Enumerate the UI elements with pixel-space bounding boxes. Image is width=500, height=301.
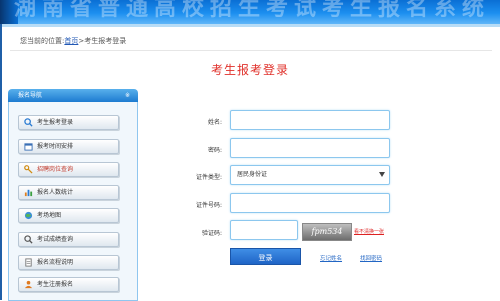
sidebar-item-process[interactable]: 报名流程说明 (18, 255, 119, 270)
name-input[interactable] (230, 110, 390, 130)
id-number-label: 证件号码: (195, 202, 222, 209)
header-banner: 湖南省普通高校招生考试考生报名系统 (0, 0, 500, 24)
breadcrumb-home-link[interactable]: 首页 (64, 37, 78, 45)
sidebar-item-label: 报名人数统计 (37, 189, 74, 196)
banner-underline (0, 24, 500, 27)
sidebar-toggle[interactable]: ※ (125, 89, 130, 102)
sidebar-item-label: 考场地图 (37, 212, 62, 219)
breadcrumb: 您当前的位置:首页>考生报考登录 (20, 36, 126, 46)
id-type-value: 居民身份证 (237, 171, 268, 178)
forgot-name-link[interactable]: 忘记姓名 (320, 254, 342, 262)
banner-title: 湖南省普通高校招生考试考生报名系统 (14, 0, 491, 21)
id-number-input[interactable] (230, 193, 390, 213)
captcha-image[interactable]: fpm534 (302, 223, 352, 241)
breadcrumb-divider (10, 50, 492, 51)
page-title: 考生报考登录 (210, 63, 289, 77)
sidebar-item-register[interactable]: 考生注册报名 (18, 277, 119, 292)
sidebar-item-positions[interactable]: 招聘岗位查询 (18, 162, 119, 177)
chart-icon (24, 189, 33, 197)
magnifier-icon (24, 235, 33, 244)
sidebar-item-login[interactable]: 考生报考登录 (18, 115, 119, 130)
password-label: 密码: (207, 147, 222, 154)
id-type-label: 证件类型: (195, 174, 222, 181)
key-icon (24, 165, 33, 174)
sidebar-nav (8, 102, 138, 301)
captcha-input[interactable] (230, 220, 298, 240)
id-type-select[interactable]: 居民身份证 (230, 165, 390, 185)
sidebar-item-label: 招聘岗位查询 (37, 166, 74, 173)
breadcrumb-current: 考生报考登录 (84, 37, 127, 45)
sidebar-item-map[interactable]: 考场地图 (18, 208, 119, 223)
sidebar-item-label: 报考时间安排 (37, 143, 74, 150)
chevron-down-icon (379, 172, 385, 177)
sidebar-item-label: 考生报考登录 (37, 119, 74, 126)
name-label: 姓名: (207, 119, 222, 126)
map-icon (24, 211, 33, 220)
sidebar-header-label: 报名导航 (18, 92, 43, 99)
login-button[interactable]: 登录 (230, 248, 301, 265)
sidebar-item-statistics[interactable]: 报名人数统计 (18, 185, 119, 200)
sidebar-item-label: 考试成绩查询 (37, 236, 74, 243)
user-icon (24, 280, 33, 289)
sidebar-header: 报名导航 ※ (8, 89, 138, 102)
calendar-icon (24, 143, 33, 151)
forgot-password-link[interactable]: 找回密码 (360, 254, 382, 262)
sidebar-item-label: 报名流程说明 (37, 259, 74, 266)
document-icon (25, 258, 32, 267)
breadcrumb-prefix: 您当前的位置: (20, 37, 65, 45)
captcha-refresh-link[interactable]: 看不清换一张 (354, 228, 384, 235)
left-border (0, 24, 2, 300)
password-input[interactable] (230, 138, 390, 158)
search-icon (24, 118, 33, 127)
captcha-label: 验证码: (201, 230, 222, 237)
sidebar-item-schedule[interactable]: 报考时间安排 (18, 139, 119, 154)
sidebar-item-scores[interactable]: 考试成绩查询 (18, 232, 119, 247)
sidebar-item-label: 考生注册报名 (37, 281, 74, 288)
